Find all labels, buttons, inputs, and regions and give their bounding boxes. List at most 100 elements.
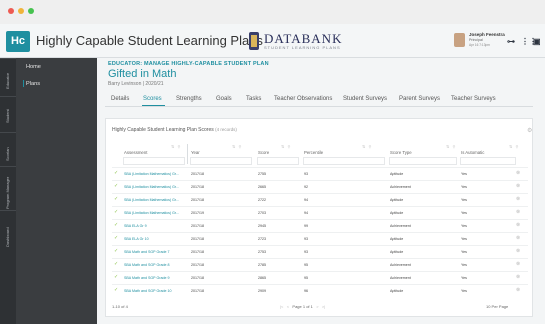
row-actions-icon[interactable]: ⊗ <box>516 274 520 280</box>
assessment-link[interactable]: SBA Math and SGP Grade 7 <box>124 250 169 254</box>
app-logo[interactable]: Hc <box>6 31 30 52</box>
rail-item-student[interactable]: Student <box>0 96 16 132</box>
table-row[interactable]: ✓ SBA (Limitation Mathematics) Gr... 2017/… <box>112 206 528 218</box>
table-cell: 99 <box>304 224 308 228</box>
nav-plans[interactable]: Plans <box>26 81 40 87</box>
table-cell: Aptitude <box>390 250 404 254</box>
last-page-icon[interactable]: >| <box>322 304 325 309</box>
column-sort-filter-icon[interactable]: ⇅ ⚲ <box>446 144 456 149</box>
table-cell: Achievement <box>390 224 411 228</box>
minimize-window-button[interactable] <box>18 8 24 14</box>
table-cell: 2753 <box>258 250 266 254</box>
filter-is-automatic-input[interactable] <box>460 157 516 165</box>
table-cell: 2017/18 <box>191 185 204 189</box>
filter-percentile-input[interactable] <box>303 157 385 165</box>
column-header-percentile[interactable]: Percentile <box>304 150 323 155</box>
column-sort-filter-icon[interactable]: ⇅ ⚲ <box>362 144 372 149</box>
assessment-link[interactable]: SBA (Limitation Mathematics) Gr... <box>124 172 179 176</box>
table-cell: Aptitude <box>390 289 404 293</box>
row-actions-icon[interactable]: ⊗ <box>516 261 520 267</box>
table-row[interactable]: ✓ SBA Math and SGP Grade 10 2017/18 2909 96 A… <box>112 284 528 296</box>
close-window-button[interactable] <box>8 8 14 14</box>
user-role: Principal <box>469 38 483 42</box>
table-cell: 2665 <box>258 185 266 189</box>
table-cell: Aptitude <box>390 211 404 215</box>
column-header-score-type[interactable]: Score Type <box>390 150 412 155</box>
tab-goals[interactable]: Goals <box>216 96 232 102</box>
assessment-link[interactable]: SBA (Limitation Mathematics) Gr... <box>124 185 179 189</box>
table-cell: 2909 <box>258 289 266 293</box>
tab-tasks[interactable]: Tasks <box>246 96 261 102</box>
filter-score-input[interactable] <box>257 157 299 165</box>
column-header-score[interactable]: Score <box>258 150 269 155</box>
column-separator[interactable] <box>187 144 188 164</box>
filter-assessment-input[interactable] <box>123 157 185 165</box>
rail-item-scorlan[interactable]: Scorlan <box>0 132 16 166</box>
previous-page-icon[interactable]: < <box>287 304 289 309</box>
rail-item-dashboard[interactable]: Dashboard <box>0 210 16 254</box>
table-cell: 2703 <box>258 211 266 215</box>
table-cell: 96 <box>304 289 308 293</box>
assessment-link[interactable]: SBA (Limitation Mathematics) Gr... <box>124 211 179 215</box>
network-icon[interactable]: ⊶ <box>507 37 515 46</box>
maximize-window-button[interactable] <box>28 8 34 14</box>
column-sort-filter-icon[interactable]: ⇅ ⚲ <box>171 144 181 149</box>
page-size-select[interactable]: 10 Per Page <box>486 304 508 309</box>
table-cell: 2785 <box>258 263 266 267</box>
row-actions-icon[interactable]: ⊗ <box>516 196 520 202</box>
table-cell: 2017/18 <box>191 198 204 202</box>
first-page-icon[interactable]: |< <box>280 304 283 309</box>
user-name[interactable]: Joseph Feenstra <box>469 32 505 37</box>
column-sort-filter-icon[interactable]: ⇅ ⚲ <box>281 144 291 149</box>
brand-subtitle: STUDENT LEARNING PLANS <box>264 45 341 50</box>
table-row[interactable]: ✓ SBA Math and SGP Grade 7 2017/18 2753 93 Ap… <box>112 245 528 257</box>
table-cell: 95 <box>304 276 308 280</box>
row-actions-icon[interactable]: ⊗ <box>516 170 520 176</box>
table-row[interactable]: ✓ SBA (Limitation Mathematics) Gr... 2017/… <box>112 167 528 179</box>
row-actions-icon[interactable]: ⊗ <box>516 235 520 241</box>
table-row[interactable]: ✓ SBA Math and SGP Grade 8 2017/18 2785 95 Ac… <box>112 258 528 270</box>
tile-icon[interactable]: ▣ <box>533 37 541 46</box>
settings-icon[interactable]: ⚙ <box>527 127 532 134</box>
table-row[interactable]: ✓ SBA (Limitation Mathematics) Gr... 2017/… <box>112 193 528 205</box>
filter-year-input[interactable] <box>190 157 252 165</box>
assessment-link[interactable]: SBA ELA Gr 10 <box>124 237 149 241</box>
filter-score-type-input[interactable] <box>389 157 457 165</box>
column-sort-filter-icon[interactable]: ⇅ ⚲ <box>232 144 242 149</box>
row-actions-icon[interactable]: ⊗ <box>516 222 520 228</box>
tab-teacher-observations[interactable]: Teacher Observations <box>274 96 332 102</box>
table-row[interactable]: ✓ SBA Math and SGP Grade 9 2017/18 2865 95 Ac… <box>112 271 528 283</box>
rail-item-program-manager[interactable]: Program Manager <box>0 166 16 210</box>
assessment-link[interactable]: SBA ELA Gr 9 <box>124 224 147 228</box>
table-row[interactable]: ✓ SBA ELA Gr 10 2017/18 2723 93 Aptitude Yes ⊗ <box>112 232 528 244</box>
table-cell: 2017/18 <box>191 276 204 280</box>
tab-teacher-surveys[interactable]: Teacher Surveys <box>451 96 496 102</box>
assessment-link[interactable]: SBA Math and SGP Grade 8 <box>124 263 169 267</box>
tab-strengths[interactable]: Strengths <box>176 96 202 102</box>
assessment-link[interactable]: SBA Math and SGP Grade 9 <box>124 276 169 280</box>
table-cell: Yes <box>461 224 467 228</box>
nav-home[interactable]: Home <box>26 64 41 70</box>
rail-item-educator[interactable]: Educator <box>0 58 16 96</box>
column-sort-filter-icon[interactable]: ⇅ ⚲ <box>509 144 519 149</box>
tab-details[interactable]: Details <box>111 96 129 102</box>
column-header-is-automatic[interactable]: Is Automatic <box>461 150 484 155</box>
column-header-assessment[interactable]: Assessment <box>124 150 147 155</box>
pagination-controls: |< < Page 1 of 1 > >| <box>280 304 325 309</box>
row-actions-icon[interactable]: ⊗ <box>516 183 520 189</box>
avatar[interactable] <box>454 33 465 47</box>
row-check-icon: ✓ <box>114 235 119 241</box>
assessment-link[interactable]: SBA (Limitation Mathematics) Gr... <box>124 198 179 202</box>
row-actions-icon[interactable]: ⊗ <box>516 248 520 254</box>
tab-parent-surveys[interactable]: Parent Surveys <box>399 96 440 102</box>
next-page-icon[interactable]: > <box>316 304 318 309</box>
table-row[interactable]: ✓ SBA ELA Gr 9 2017/18 2945 99 Achievement Yes… <box>112 219 528 231</box>
pagination: 1-10 of 4 |< < Page 1 of 1 > >| 10 Per P… <box>112 302 528 312</box>
tab-student-surveys[interactable]: Student Surveys <box>343 96 387 102</box>
tab-scores[interactable]: Scores <box>143 96 162 102</box>
assessment-link[interactable]: SBA Math and SGP Grade 10 <box>124 289 171 293</box>
row-actions-icon[interactable]: ⊗ <box>516 209 520 215</box>
column-header-year[interactable]: Year <box>191 150 200 155</box>
row-actions-icon[interactable]: ⊗ <box>516 287 520 293</box>
table-row[interactable]: ✓ SBA (Limitation Mathematics) Gr... 2017/… <box>112 180 528 192</box>
